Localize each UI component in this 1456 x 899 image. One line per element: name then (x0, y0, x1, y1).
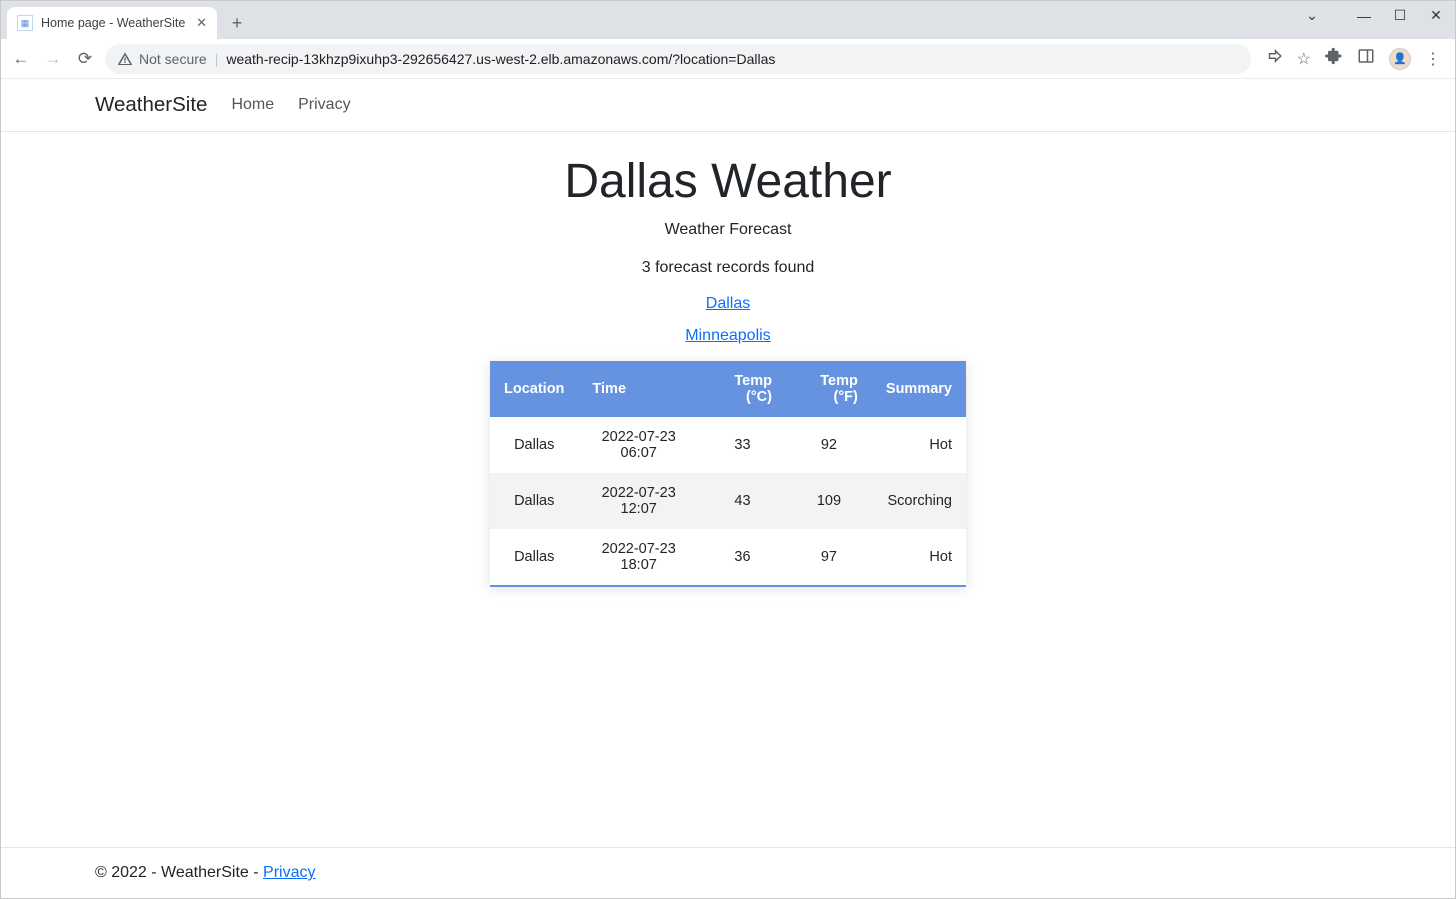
close-icon[interactable]: ✕ (196, 15, 207, 31)
reload-button[interactable]: ⟳ (73, 49, 97, 69)
col-temp-c: Temp (°C) (699, 361, 786, 417)
nav-privacy[interactable]: Privacy (298, 96, 350, 114)
back-button[interactable]: ← (9, 49, 33, 69)
cell-temp-f: 92 (786, 417, 872, 473)
footer-copyright: © 2022 - WeatherSite - (95, 864, 263, 881)
records-found: 3 forecast records found (1, 259, 1455, 277)
page-content: WeatherSite Home Privacy Dallas Weather … (1, 79, 1455, 898)
extensions-icon[interactable] (1325, 47, 1343, 70)
cell-temp-f: 109 (786, 473, 872, 529)
city-link-dallas[interactable]: Dallas (1, 295, 1455, 313)
nav-home[interactable]: Home (231, 96, 274, 114)
forecast-table: Location Time Temp (°C) Temp (°F) Summar… (490, 361, 966, 587)
city-link-minneapolis[interactable]: Minneapolis (1, 327, 1455, 345)
share-icon[interactable] (1265, 47, 1283, 70)
window-controls: ⌄ — ☐ ✕ (1297, 7, 1451, 24)
page-subtitle: Weather Forecast (1, 221, 1455, 239)
footer-privacy-link[interactable]: Privacy (263, 864, 315, 881)
cell-temp-c: 43 (699, 473, 786, 529)
cell-time: 2022-07-23 12:07 (578, 473, 699, 529)
site-footer: © 2022 - WeatherSite - Privacy (1, 847, 1455, 898)
cell-temp-c: 33 (699, 417, 786, 473)
menu-icon[interactable]: ⋮ (1425, 49, 1441, 69)
cell-location: Dallas (490, 473, 578, 529)
table-header-row: Location Time Temp (°C) Temp (°F) Summar… (490, 361, 966, 417)
cell-location: Dallas (490, 529, 578, 585)
toolbar-right: ☆ 👤 ⋮ (1259, 47, 1447, 70)
chevron-down-icon[interactable]: ⌄ (1297, 7, 1327, 24)
col-temp-f: Temp (°F) (786, 361, 872, 417)
col-summary: Summary (872, 361, 966, 417)
browser-toolbar: ← → ⟳ Not secure | weath-recip-13khzp9ix… (1, 39, 1455, 79)
cell-summary: Hot (872, 529, 966, 585)
cell-time: 2022-07-23 06:07 (578, 417, 699, 473)
cell-time: 2022-07-23 18:07 (578, 529, 699, 585)
col-time: Time (578, 361, 699, 417)
url-text: weath-recip-13khzp9ixuhp3-292656427.us-w… (226, 51, 775, 67)
main-content: Dallas Weather Weather Forecast 3 foreca… (1, 132, 1455, 847)
site-navbar: WeatherSite Home Privacy (1, 79, 1455, 132)
minimize-button[interactable]: — (1349, 8, 1379, 24)
cell-location: Dallas (490, 417, 578, 473)
brand-link[interactable]: WeatherSite (95, 93, 207, 117)
security-status[interactable]: Not secure (117, 51, 207, 67)
favicon-icon: ▦ (17, 15, 33, 31)
cell-summary: Hot (872, 417, 966, 473)
table-row: Dallas 2022-07-23 12:07 43 109 Scorching (490, 473, 966, 529)
cell-summary: Scorching (872, 473, 966, 529)
page-title: Dallas Weather (1, 154, 1455, 209)
table-row: Dallas 2022-07-23 06:07 33 92 Hot (490, 417, 966, 473)
browser-tab[interactable]: ▦ Home page - WeatherSite ✕ (7, 7, 217, 39)
new-tab-button[interactable]: + (223, 9, 251, 37)
side-panel-icon[interactable] (1357, 47, 1375, 70)
maximize-button[interactable]: ☐ (1385, 7, 1415, 24)
tab-title: Home page - WeatherSite (41, 16, 188, 30)
cell-temp-c: 36 (699, 529, 786, 585)
address-bar[interactable]: Not secure | weath-recip-13khzp9ixuhp3-2… (105, 44, 1251, 74)
tab-strip: ▦ Home page - WeatherSite ✕ + ⌄ — ☐ ✕ (1, 1, 1455, 39)
not-secure-label: Not secure (139, 51, 207, 67)
close-window-button[interactable]: ✕ (1421, 7, 1451, 24)
col-location: Location (490, 361, 578, 417)
cell-temp-f: 97 (786, 529, 872, 585)
table-row: Dallas 2022-07-23 18:07 36 97 Hot (490, 529, 966, 585)
forward-button[interactable]: → (41, 49, 65, 69)
browser-window: ▦ Home page - WeatherSite ✕ + ⌄ — ☐ ✕ ← … (0, 0, 1456, 899)
warning-icon (117, 51, 133, 67)
bookmark-icon[interactable]: ☆ (1297, 49, 1311, 69)
profile-avatar[interactable]: 👤 (1389, 48, 1411, 70)
